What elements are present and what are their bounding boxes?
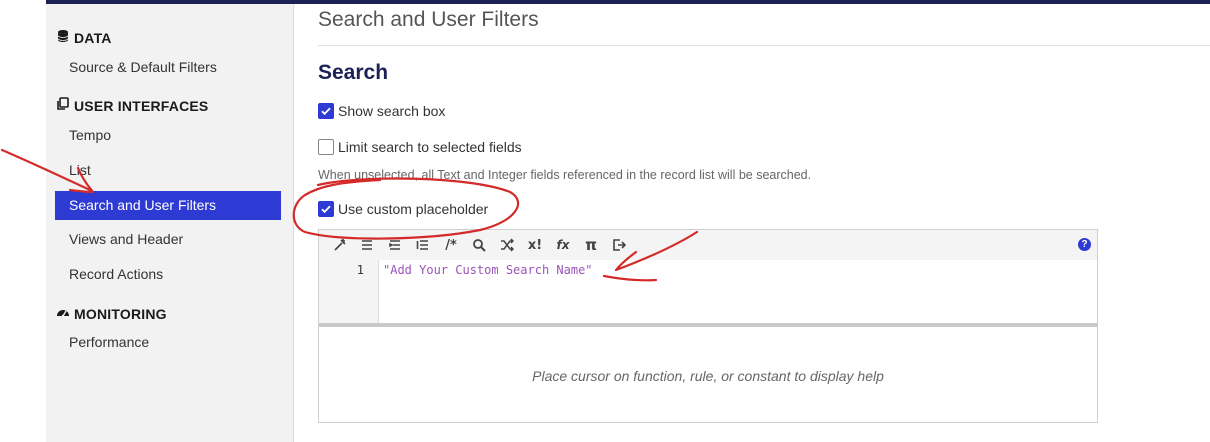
export-icon[interactable] [610,236,628,254]
editor-help-panel: Place cursor on function, rule, or const… [319,327,1097,422]
search-icon[interactable] [470,236,488,254]
rule-icon[interactable]: x! [526,236,544,254]
check-icon [321,205,331,214]
custom-placeholder-checkbox[interactable] [318,201,334,217]
comment-icon[interactable]: /* [442,236,460,254]
sidebar-item-performance[interactable]: Performance [55,328,281,357]
section-title-search: Search [318,61,389,84]
check-icon [321,107,331,116]
limit-search-option: Limit search to selected fields [318,139,522,155]
title-divider [318,45,1210,46]
sidebar-item-record-actions[interactable]: Record Actions [55,260,281,289]
database-icon [56,29,70,46]
sidebar-section-monitoring: MONITORING [56,305,167,322]
editor-gutter: 1 [319,260,379,324]
limit-search-label[interactable]: Limit search to selected fields [338,139,522,155]
custom-placeholder-label[interactable]: Use custom placeholder [338,201,488,217]
function-icon[interactable]: fx [554,236,572,254]
format-icon[interactable] [331,236,349,254]
show-search-box-checkbox[interactable] [318,103,334,119]
editor-toolbar: /* x! fx π ? [319,230,1097,260]
sidebar-section-user-interfaces: USER INTERFACES [56,97,208,114]
sidebar-item-tempo[interactable]: Tempo [55,121,281,150]
sidebar-item-views-header[interactable]: Views and Header [55,225,281,254]
pi-icon[interactable]: π [582,236,600,254]
list-indent-icon[interactable] [386,236,404,254]
editor-help-text: Place cursor on function, rule, or const… [532,367,884,384]
copy-icon [56,97,70,114]
line-number: 1 [356,263,364,277]
show-search-box-label[interactable]: Show search box [338,103,445,119]
custom-placeholder-option: Use custom placeholder [318,201,488,217]
show-search-box-option: Show search box [318,103,445,119]
list-outdent-icon[interactable] [414,236,432,254]
expression-code[interactable]: "Add Your Custom Search Name" [383,263,593,277]
sidebar-section-data: DATA [56,29,112,46]
limit-search-checkbox[interactable] [318,139,334,155]
expression-editor: /* x! fx π ? 1 "Add Your Custom Search N… [318,229,1098,423]
help-icon[interactable]: ? [1078,238,1091,251]
speedometer-icon [56,305,70,322]
list-icon[interactable] [358,236,376,254]
shuffle-icon[interactable] [498,236,516,254]
sidebar-item-source-default-filters[interactable]: Source & Default Filters [55,53,281,82]
limit-search-hint: When unselected, all Text and Integer fi… [318,168,812,182]
sidebar-item-list[interactable]: List [55,156,281,185]
sidebar: DATA Source & Default Filters USER INTER… [46,4,294,442]
page-title: Search and User Filters [318,8,539,31]
sidebar-item-search-user-filters[interactable]: Search and User Filters [55,191,281,220]
